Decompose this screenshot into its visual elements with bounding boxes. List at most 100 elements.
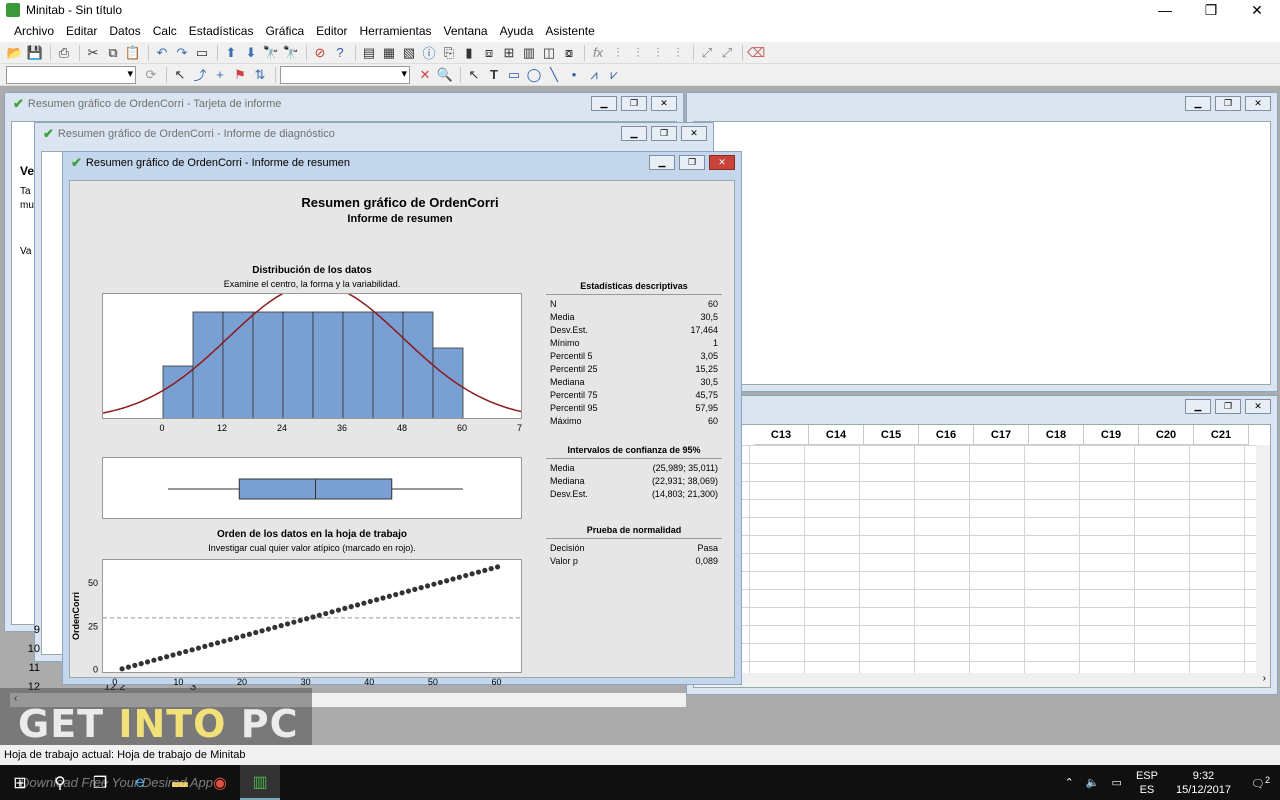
save-icon[interactable]: 💾: [26, 44, 44, 62]
delete-icon[interactable]: ✕: [416, 66, 434, 84]
column-icon-1[interactable]: ⫶: [609, 44, 627, 62]
text-tool-icon[interactable]: T: [485, 66, 503, 84]
help-icon[interactable]: ?: [331, 44, 349, 62]
minimize-button[interactable]: ▁: [621, 126, 647, 141]
crosshair-icon[interactable]: +: [211, 66, 229, 84]
restore-button[interactable]: ❐: [651, 126, 677, 141]
column-header[interactable]: C13: [754, 425, 809, 445]
print-icon[interactable]: ⎙: [55, 44, 73, 62]
menu-asistente[interactable]: Asistente: [539, 24, 600, 38]
formula-icon[interactable]: fx: [589, 44, 607, 62]
menu-grafica[interactable]: Gráfica: [259, 24, 310, 38]
close-button[interactable]: ✕: [1245, 96, 1271, 111]
column-header[interactable]: C19: [1084, 425, 1139, 445]
tile-icon[interactable]: ⊞: [500, 44, 518, 62]
dot-tool-icon[interactable]: •: [565, 66, 583, 84]
menu-datos[interactable]: Datos: [103, 24, 146, 38]
undo-icon[interactable]: ↶: [153, 44, 171, 62]
cut-icon[interactable]: ✂: [84, 44, 102, 62]
arrow-up-icon[interactable]: ⬆: [222, 44, 240, 62]
copy-icon[interactable]: ⧉: [104, 44, 122, 62]
menu-ayuda[interactable]: Ayuda: [494, 24, 540, 38]
column-icon-3[interactable]: ⫶: [649, 44, 667, 62]
horizontal-scrollbar[interactable]: ›: [694, 673, 1270, 687]
eraser-icon[interactable]: ⌫: [747, 44, 765, 62]
column-icon-2[interactable]: ⫶: [629, 44, 647, 62]
worksheet-icon[interactable]: ▦: [380, 44, 398, 62]
pointer-icon[interactable]: ↖: [465, 66, 483, 84]
menu-archivo[interactable]: Archivo: [8, 24, 60, 38]
close-button[interactable]: ✕: [709, 155, 735, 170]
column-header[interactable]: C18: [1029, 425, 1084, 445]
minimize-button[interactable]: —: [1142, 0, 1188, 20]
minimize-button[interactable]: ▁: [1185, 399, 1211, 414]
layout-icon[interactable]: ◫: [540, 44, 558, 62]
brush-icon-2[interactable]: ⤢: [718, 44, 736, 62]
arrow-down-icon[interactable]: ⬇: [242, 44, 260, 62]
paste-icon[interactable]: 📋: [124, 44, 142, 62]
column-icon-4[interactable]: ⫶: [669, 44, 687, 62]
info-icon[interactable]: ⓘ: [420, 44, 438, 62]
notifications-icon[interactable]: 🗨2: [1251, 775, 1270, 791]
polyline-tool-icon[interactable]: ⩘: [585, 66, 603, 84]
session-icon[interactable]: ▤: [360, 44, 378, 62]
column-header[interactable]: C16: [919, 425, 974, 445]
worksheet-select[interactable]: [6, 65, 136, 84]
chevron-up-icon[interactable]: ⌃: [1065, 776, 1074, 789]
menu-estadisticas[interactable]: Estadísticas: [183, 24, 260, 38]
close-button[interactable]: ✕: [1234, 0, 1280, 20]
network-icon[interactable]: ▭: [1112, 776, 1122, 789]
open-icon[interactable]: 📂: [6, 44, 24, 62]
menu-ventana[interactable]: Ventana: [438, 24, 494, 38]
find-icon[interactable]: 🔭: [262, 44, 280, 62]
restore-button[interactable]: ❐: [621, 96, 647, 111]
close-button[interactable]: ✕: [681, 126, 707, 141]
column-header[interactable]: C17: [974, 425, 1029, 445]
cancel-icon[interactable]: ⊘: [311, 44, 329, 62]
column-header[interactable]: C14: [809, 425, 864, 445]
polygon-tool-icon[interactable]: ⩗: [605, 66, 623, 84]
project-icon[interactable]: ⧈: [480, 44, 498, 62]
minitab-taskbar-icon[interactable]: ▥: [240, 765, 280, 800]
restore-button[interactable]: ❐: [1215, 399, 1241, 414]
flag-icon[interactable]: ⚑: [231, 66, 249, 84]
history-icon[interactable]: ⎘: [440, 44, 458, 62]
column-header[interactable]: C20: [1139, 425, 1194, 445]
menu-editar[interactable]: Editar: [60, 24, 103, 38]
worksheet-grid[interactable]: C13 C14 C15 C16 C17 C18 C19 C20 C21 ›: [693, 424, 1271, 688]
menu-editor[interactable]: Editor: [310, 24, 353, 38]
brush-icon-1[interactable]: ⤢: [698, 44, 716, 62]
restore-button[interactable]: ❐: [679, 155, 705, 170]
report-icon[interactable]: ▮: [460, 44, 478, 62]
restore-button[interactable]: ❐: [1215, 96, 1241, 111]
column-header[interactable]: C21: [1194, 425, 1249, 445]
table-icon[interactable]: ▥: [520, 44, 538, 62]
maximize-button[interactable]: ❐: [1188, 0, 1234, 20]
minimize-button[interactable]: ▁: [591, 96, 617, 111]
vertical-scrollbar[interactable]: [1256, 445, 1270, 673]
column-header[interactable]: C15: [864, 425, 919, 445]
close-button[interactable]: ✕: [651, 96, 677, 111]
close-button[interactable]: ✕: [1245, 399, 1271, 414]
clock[interactable]: 9:32 15/12/2017: [1176, 769, 1231, 797]
rectangle-tool-icon[interactable]: ▭: [505, 66, 523, 84]
window-icon[interactable]: ▭: [193, 44, 211, 62]
find-next-icon[interactable]: 🔭: [282, 44, 300, 62]
zoom-icon[interactable]: 🔍: [436, 66, 454, 84]
minimize-button[interactable]: ▁: [1185, 96, 1211, 111]
select-icon[interactable]: ↖: [171, 66, 189, 84]
menu-calc[interactable]: Calc: [147, 24, 183, 38]
language-indicator[interactable]: ESP ES: [1136, 769, 1158, 797]
minimize-button[interactable]: ▁: [649, 155, 675, 170]
refresh-icon[interactable]: ⟳: [142, 66, 160, 84]
brush-tool-icon[interactable]: ⤴: [191, 66, 209, 84]
ellipse-tool-icon[interactable]: ◯: [525, 66, 543, 84]
close-all-icon[interactable]: ⧇: [560, 44, 578, 62]
volume-icon[interactable]: 🔈: [1086, 776, 1100, 789]
redo-icon[interactable]: ↷: [173, 44, 191, 62]
menu-herramientas[interactable]: Herramientas: [354, 24, 438, 38]
graph-item-select[interactable]: [280, 65, 410, 84]
graphs-icon[interactable]: ▧: [400, 44, 418, 62]
line-tool-icon[interactable]: ╲: [545, 66, 563, 84]
swap-icon[interactable]: ⇅: [251, 66, 269, 84]
